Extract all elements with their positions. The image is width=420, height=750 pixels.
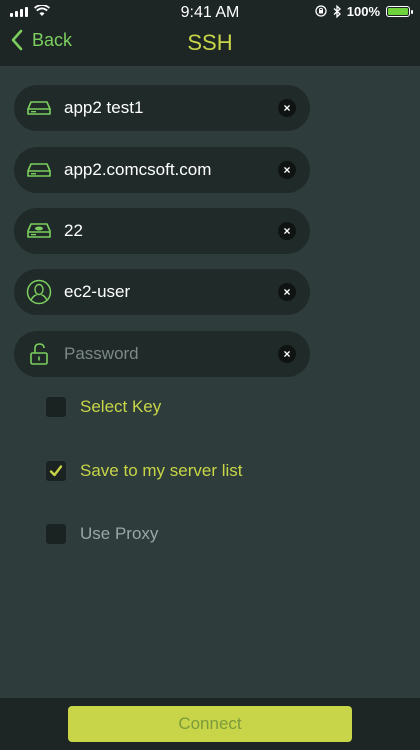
save-server-option[interactable]: Save to my server list — [46, 461, 243, 481]
select-key-label: Select Key — [80, 397, 162, 416]
battery-percent: 100% — [346, 3, 380, 19]
drive-icon — [14, 162, 64, 178]
host-field[interactable]: app2.comcsoft.com × — [14, 147, 310, 193]
password-placeholder: Password — [64, 344, 139, 363]
nav-bar: Back SSH — [0, 22, 420, 66]
clear-host-button[interactable]: × — [278, 161, 296, 179]
clear-password-button[interactable]: × — [278, 345, 296, 363]
close-icon: × — [283, 101, 291, 115]
use-proxy-checkbox[interactable] — [46, 524, 66, 544]
select-key-checkbox[interactable] — [46, 397, 66, 417]
checkmark-icon — [49, 465, 63, 477]
clear-port-button[interactable]: × — [278, 222, 296, 240]
select-key-option[interactable]: Select Key — [46, 397, 161, 417]
back-button[interactable]: Back — [10, 29, 72, 51]
rotation-lock-icon — [315, 5, 327, 17]
close-icon: × — [283, 285, 291, 299]
port-drive-icon — [14, 222, 64, 240]
use-proxy-label: Use Proxy — [80, 524, 159, 543]
clear-name-button[interactable]: × — [278, 99, 296, 117]
page-title: SSH — [187, 30, 233, 55]
battery-icon — [386, 5, 413, 17]
connect-label: Connect — [178, 714, 242, 733]
bluetooth-icon — [333, 4, 341, 18]
wifi-icon — [34, 5, 50, 16]
chevron-left-icon — [11, 29, 23, 51]
save-server-label: Save to my server list — [80, 461, 243, 480]
name-field[interactable]: app2 test1 × — [14, 85, 310, 131]
status-time: 9:41 AM — [180, 4, 240, 21]
port-field[interactable]: 22 × — [14, 208, 310, 254]
port-value: 22 — [64, 221, 83, 240]
username-value: ec2-user — [64, 282, 131, 301]
clear-username-button[interactable]: × — [278, 283, 296, 301]
bottom-bar: Connect — [0, 698, 420, 750]
close-icon: × — [283, 163, 291, 177]
status-right: 100% — [315, 3, 413, 19]
connect-button[interactable]: Connect — [68, 706, 352, 742]
back-label: Back — [32, 29, 73, 50]
status-left — [10, 5, 50, 17]
battery-fill — [388, 7, 408, 15]
drive-icon — [14, 100, 64, 116]
lock-icon — [14, 342, 64, 366]
name-value: app2 test1 — [64, 98, 144, 117]
password-field[interactable]: Password × — [14, 331, 310, 377]
close-icon: × — [283, 224, 291, 238]
user-icon — [14, 279, 64, 305]
save-server-checkbox[interactable] — [46, 461, 66, 481]
username-field[interactable]: ec2-user × — [14, 269, 310, 315]
signal-bars-icon — [10, 6, 28, 17]
close-icon: × — [283, 347, 291, 361]
host-value: app2.comcsoft.com — [64, 160, 212, 179]
use-proxy-option[interactable]: Use Proxy — [46, 524, 158, 544]
